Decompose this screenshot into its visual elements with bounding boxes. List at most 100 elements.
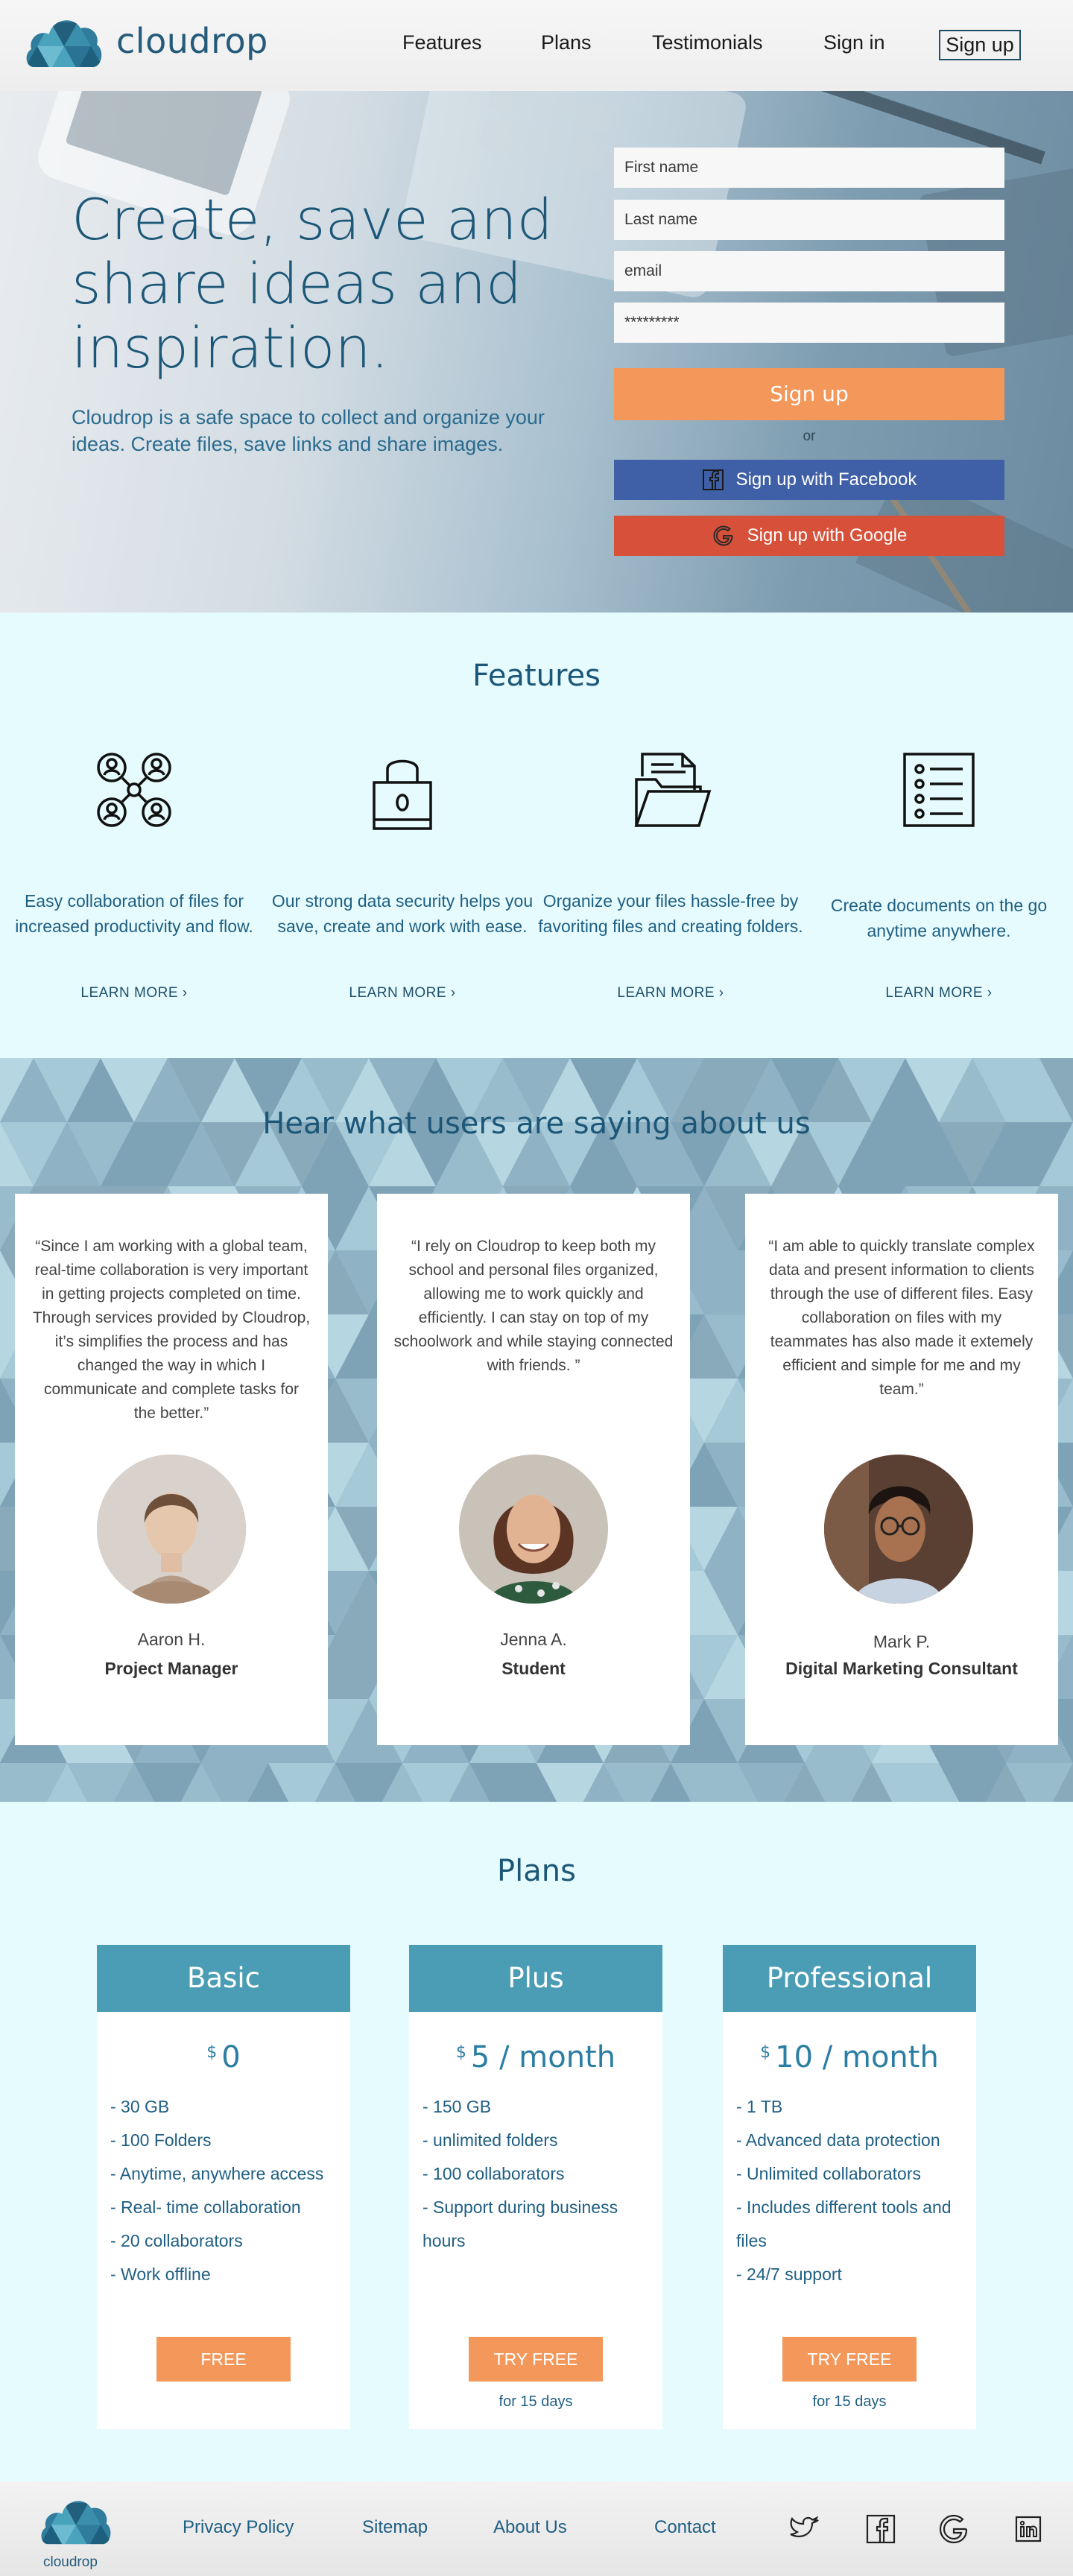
testimonial-card: “I rely on Cloudrop to keep both my scho…: [377, 1194, 690, 1745]
avatar: [459, 1455, 608, 1604]
plan-card-professional: Professional $10 / month - 1 TB - Advanc…: [723, 1945, 976, 2429]
plan-try-free-button[interactable]: TRY FREE: [469, 2337, 603, 2382]
testimonial-quote: “I am able to quickly translate complex …: [768, 1238, 1035, 1398]
plan-free-button[interactable]: FREE: [156, 2337, 291, 2382]
plan-feature: - 30 GB: [110, 2097, 170, 2116]
facebook-signup-label: Sign up with Facebook: [735, 469, 917, 490]
learn-more-link[interactable]: LEARN MORE ›: [805, 985, 1073, 1001]
footer-brand-name: cloudrop: [43, 2554, 98, 2570]
cloud-logo-icon: [26, 20, 102, 67]
plan-feature: - Support during business hours: [422, 2197, 618, 2250]
facebook-icon: [702, 469, 724, 490]
plan-feature: - 1 TB: [736, 2097, 783, 2116]
plan-feature: - unlimited folders: [422, 2130, 558, 2150]
plan-feature-list: - 150 GB - unlimited folders - 100 colla…: [422, 2090, 653, 2258]
plan-feature: - Real- time collaboration: [110, 2197, 301, 2217]
plans-section: Plans Basic $0 - 30 GB - 100 Folders - A…: [0, 1802, 1073, 2481]
nav-link-testimonials[interactable]: Testimonials: [652, 31, 763, 54]
plan-feature: - 100 Folders: [110, 2130, 212, 2150]
chevron-right-icon: ›: [987, 985, 993, 1001]
cloud-logo-icon[interactable]: [39, 2493, 113, 2547]
testimonial-quote: “Since I am working with a global team, …: [32, 1238, 311, 1422]
nav-link-features[interactable]: Features: [402, 31, 482, 54]
google-icon: [713, 525, 733, 546]
top-nav: cloudrop Features Plans Testimonials Sig…: [0, 0, 1073, 91]
footer-link-sitemap[interactable]: Sitemap: [362, 2517, 428, 2538]
testimonial-role: Student: [501, 1659, 566, 1678]
chevron-right-icon: ›: [718, 985, 724, 1001]
nav-signup-button[interactable]: Sign up: [939, 30, 1021, 60]
chevron-right-icon: ›: [450, 985, 456, 1001]
checklist-icon: [903, 753, 975, 827]
testimonials-section: Hear what users are saying about us “Sin…: [0, 1058, 1073, 1802]
password-field[interactable]: *********: [614, 303, 1004, 343]
brand-name: cloudrop: [116, 21, 268, 61]
last-name-field[interactable]: Last name: [614, 200, 1004, 240]
plan-feature: - 24/7 support: [736, 2265, 842, 2284]
hero-signup-button[interactable]: Sign up: [614, 368, 1004, 420]
plan-name: Plus: [409, 1945, 662, 2012]
footer-link-about[interactable]: About Us: [493, 2517, 567, 2538]
google-icon[interactable]: [937, 2513, 970, 2545]
hero-section: Create, save and share ideas and inspira…: [0, 91, 1073, 613]
testimonial-name: Aaron H.: [137, 1630, 206, 1649]
plan-card-basic: Basic $0 - 30 GB - 100 Folders - Anytime…: [97, 1945, 350, 2429]
facebook-signup-button[interactable]: Sign up with Facebook: [614, 460, 1004, 500]
chevron-right-icon: ›: [182, 985, 188, 1001]
nav-link-sign-in[interactable]: Sign in: [823, 31, 885, 54]
plan-feature: - Advanced data protection: [736, 2130, 940, 2150]
plan-feature: - Includes different tools and files: [736, 2197, 952, 2250]
plan-feature: - Work offline: [110, 2265, 211, 2284]
twitter-icon[interactable]: [788, 2513, 821, 2545]
testimonial-card: “Since I am working with a global team, …: [15, 1194, 328, 1745]
feature-text: Organize your files hassle-free by favor…: [538, 891, 803, 936]
or-divider: or: [803, 428, 816, 444]
hero-title: Create, save and share ideas and inspira…: [72, 186, 553, 381]
lock-icon: [373, 759, 432, 830]
plans-title: Plans: [497, 1854, 576, 1888]
folder-icon: [634, 753, 712, 827]
linkedin-icon[interactable]: [1012, 2513, 1045, 2545]
feature-text: Our strong data security helps you save,…: [271, 891, 534, 936]
plan-feature-list: - 1 TB - Advanced data protection - Unli…: [736, 2090, 967, 2291]
plan-feature: - 20 collaborators: [110, 2231, 243, 2250]
footer-link-privacy[interactable]: Privacy Policy: [183, 2517, 294, 2538]
hero-subtitle: Cloudrop is a safe space to collect and …: [72, 406, 545, 455]
brand-logo[interactable]: cloudrop: [24, 12, 268, 70]
plan-price: $5 / month: [455, 2040, 616, 2075]
testimonial-card: “I am able to quickly translate complex …: [745, 1194, 1058, 1745]
plan-price: $10 / month: [760, 2040, 939, 2075]
plan-trial-note: for 15 days: [498, 2393, 573, 2410]
nav-link-plans[interactable]: Plans: [541, 31, 592, 54]
facebook-icon[interactable]: [864, 2513, 897, 2545]
learn-more-link[interactable]: LEARN MORE ›: [268, 985, 536, 1001]
collaboration-icon: [97, 753, 171, 827]
feature-text: Easy collaboration of files for increase…: [15, 891, 253, 936]
testimonial-role: Digital Marketing Consultant: [785, 1659, 1018, 1678]
avatar: [824, 1455, 973, 1604]
email-field[interactable]: email: [614, 251, 1004, 291]
plan-name: Professional: [723, 1945, 976, 2012]
testimonials-title: Hear what users are saying about us: [262, 1107, 811, 1141]
testimonial-role: Project Manager: [104, 1659, 238, 1678]
plan-feature: - Unlimited collaborators: [736, 2164, 921, 2183]
feature-text: Create documents on the go anytime anywh…: [830, 896, 1048, 940]
google-signup-button[interactable]: Sign up with Google: [614, 516, 1004, 556]
features-title: Features: [472, 659, 601, 693]
footer-link-contact[interactable]: Contact: [654, 2517, 716, 2538]
plan-try-free-button[interactable]: TRY FREE: [782, 2337, 917, 2382]
plan-card-plus: Plus $5 / month - 150 GB - unlimited fol…: [409, 1945, 662, 2429]
footer: cloudrop Privacy Policy Sitemap About Us…: [0, 2481, 1073, 2576]
plan-feature-list: - 30 GB - 100 Folders - Anytime, anywher…: [110, 2090, 341, 2291]
plan-trial-note: for 15 days: [812, 2393, 887, 2410]
plan-feature: - 100 collaborators: [422, 2164, 565, 2183]
testimonial-name: Jenna A.: [500, 1630, 567, 1649]
first-name-field[interactable]: First name: [614, 148, 1004, 188]
plan-feature: - 150 GB: [422, 2097, 492, 2116]
plan-price: $0: [206, 2040, 241, 2075]
plan-name: Basic: [97, 1945, 350, 2012]
testimonial-quote: “I rely on Cloudrop to keep both my scho…: [393, 1238, 674, 1374]
learn-more-link[interactable]: LEARN MORE ›: [536, 985, 805, 1001]
learn-more-link[interactable]: LEARN MORE ›: [0, 985, 268, 1001]
plan-feature: - Anytime, anywhere access: [110, 2164, 324, 2183]
